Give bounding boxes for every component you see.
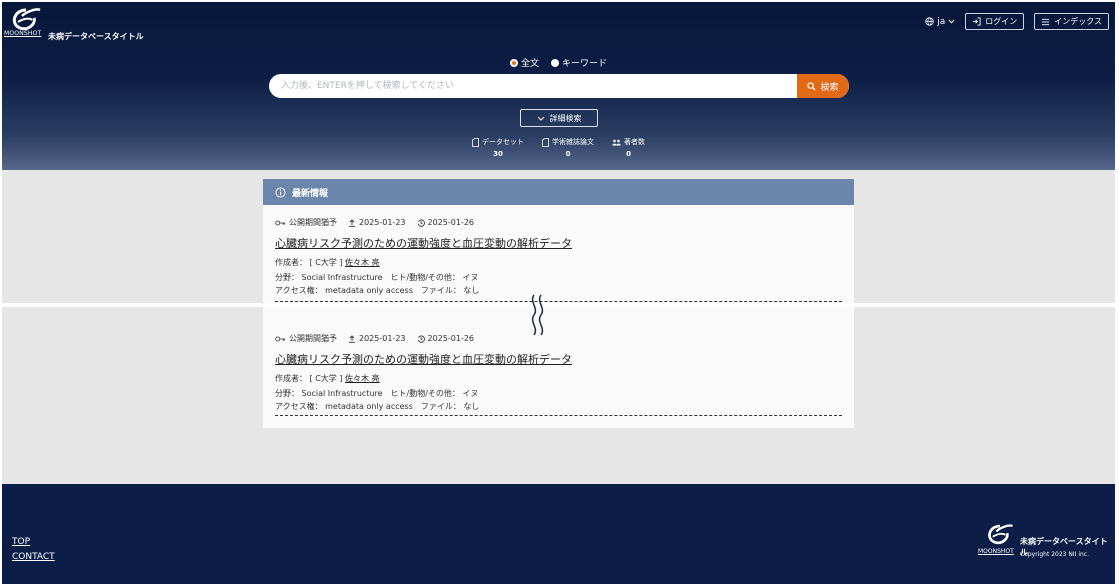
search-button-label: 検索 (820, 82, 839, 93)
item-title-link[interactable]: 心臓病リスク予測のための運動強度と血圧変動の解析データ (275, 235, 842, 251)
history-icon (417, 334, 425, 343)
document-icon (542, 137, 549, 147)
list-item: 公開期間猶予 2025-01-23 2025-01-26 心臓病リスク予測のため… (275, 333, 842, 412)
info-icon (275, 186, 286, 198)
item-divider (275, 415, 842, 416)
chevron-down-icon (948, 19, 955, 24)
item-divider (275, 301, 842, 302)
advanced-search-label: 詳細検索 (549, 113, 582, 123)
cut-band (2, 303, 1115, 307)
upload-icon (349, 218, 355, 227)
language-label: ja (937, 16, 946, 27)
list-item: 公開期間猶予 2025-01-23 2025-01-26 心臓病リスク予測のため… (275, 217, 842, 296)
menu-icon (1042, 18, 1050, 25)
search-mode-group: 全文 キーワード (2, 56, 1115, 69)
upload-date: 2025-01-23 (348, 218, 406, 227)
index-button[interactable]: インデックス (1034, 13, 1109, 30)
key-icon (275, 220, 286, 225)
advanced-search-button[interactable]: 詳細検索 (520, 109, 598, 127)
update-date: 2025-01-26 (417, 218, 475, 227)
stat-label: データセット (482, 138, 524, 146)
cut-marker-icon (531, 294, 544, 336)
search-icon (807, 81, 817, 91)
access-status: 公開期間猶予 (275, 333, 337, 344)
globe-icon (925, 17, 934, 26)
access-status-text: 公開期間猶予 (289, 334, 337, 343)
item-creator: 作成者： [ C大学 ] 佐々木 亮 (275, 373, 842, 384)
login-label: ログイン (985, 17, 1018, 26)
access-status-text: 公開期間猶予 (289, 218, 337, 227)
copyright: Copyright 2023 NII inc. (1020, 551, 1090, 558)
upload-icon (349, 334, 355, 343)
stat-value: 0 (626, 150, 631, 158)
item-field: 分野： Social Infrastructure ヒト/動物/その他： イヌ (275, 389, 479, 398)
key-icon (275, 336, 286, 341)
creator-label: 作成者： (275, 258, 307, 267)
stat-value: 30 (493, 150, 503, 158)
item-field: 分野： Social Infrastructure ヒト/動物/その他： イヌ (275, 273, 479, 282)
panel-title: 最新情報 (292, 188, 329, 199)
page: MOONSHOT 未病データベースタイトル ja ログイン インデックス 全文 … (2, 2, 1115, 584)
header-actions: ja ログイン インデックス (925, 13, 1109, 30)
stat-label: 著者数 (624, 138, 645, 146)
people-icon (612, 139, 621, 145)
footer: TOP CONTACT MOONSHOT 未病データベースタイトル Copyri… (2, 484, 1115, 584)
update-date: 2025-01-26 (417, 334, 475, 343)
footer-link-top[interactable]: TOP (12, 537, 30, 547)
item-title-link[interactable]: 心臓病リスク予測のための運動強度と血圧変動の解析データ (275, 351, 842, 367)
index-label: インデックス (1054, 17, 1102, 26)
mode-keyword-label: キーワード (562, 59, 608, 69)
item-meta: 公開期間猶予 2025-01-23 2025-01-26 (275, 217, 842, 228)
creator-link[interactable]: 佐々木 亮 (345, 374, 380, 383)
stat-journal-articles[interactable]: 学術雑誌論文 0 (542, 137, 594, 158)
language-selector[interactable]: ja (925, 17, 955, 27)
item-meta: 公開期間猶予 2025-01-23 2025-01-26 (275, 333, 842, 344)
upload-date-text: 2025-01-23 (359, 218, 406, 227)
stats-bar: データセット 30 学術雑誌論文 0 著者数 0 (2, 137, 1115, 158)
stat-datasets[interactable]: データセット 30 (472, 137, 524, 158)
update-date-text: 2025-01-26 (427, 218, 475, 227)
mode-fulltext-radio[interactable]: 全文 (509, 56, 539, 69)
creator-affiliation: [ C大学 ] (309, 374, 343, 383)
footer-logo-wordmark: MOONSHOT (978, 548, 1014, 555)
search-button[interactable]: 検索 (797, 74, 849, 98)
update-date-text: 2025-01-26 (427, 334, 475, 343)
stat-label: 学術雑誌論文 (552, 138, 594, 146)
stat-authors[interactable]: 著者数 0 (612, 137, 645, 158)
logo-wordmark: MOONSHOT (4, 30, 42, 37)
access-status: 公開期間猶予 (275, 217, 337, 228)
moonshot-emblem-icon (988, 524, 1013, 545)
history-icon (417, 218, 425, 227)
login-button[interactable]: ログイン (965, 13, 1025, 30)
upload-date: 2025-01-23 (348, 334, 406, 343)
document-icon (472, 137, 479, 147)
mode-keyword-radio[interactable]: キーワード (551, 56, 607, 69)
radio-unselected-icon (551, 58, 559, 67)
item-creator: 作成者： [ C大学 ] 佐々木 亮 (275, 257, 842, 268)
creator-label: 作成者： (275, 374, 307, 383)
header: MOONSHOT 未病データベースタイトル ja ログイン インデックス 全文 … (2, 2, 1115, 170)
upload-date-text: 2025-01-23 (359, 334, 406, 343)
mode-fulltext-label: 全文 (520, 59, 539, 69)
footer-link-contact[interactable]: CONTACT (12, 552, 55, 562)
search-input[interactable] (269, 74, 797, 98)
creator-affiliation: [ C大学 ] (309, 258, 343, 267)
radio-selected-icon (509, 58, 518, 67)
chevron-down-icon (537, 116, 544, 121)
creator-link[interactable]: 佐々木 亮 (345, 258, 380, 267)
search-bar: 検索 (269, 74, 849, 98)
site-title[interactable]: 未病データベースタイトル (48, 31, 144, 42)
item-access: アクセス権： metadata only access ファイル： なし (275, 286, 480, 295)
panel-header: 最新情報 (263, 179, 854, 205)
stat-value: 0 (565, 150, 571, 158)
login-icon (973, 17, 981, 26)
item-access: アクセス権： metadata only access ファイル： なし (275, 402, 480, 411)
